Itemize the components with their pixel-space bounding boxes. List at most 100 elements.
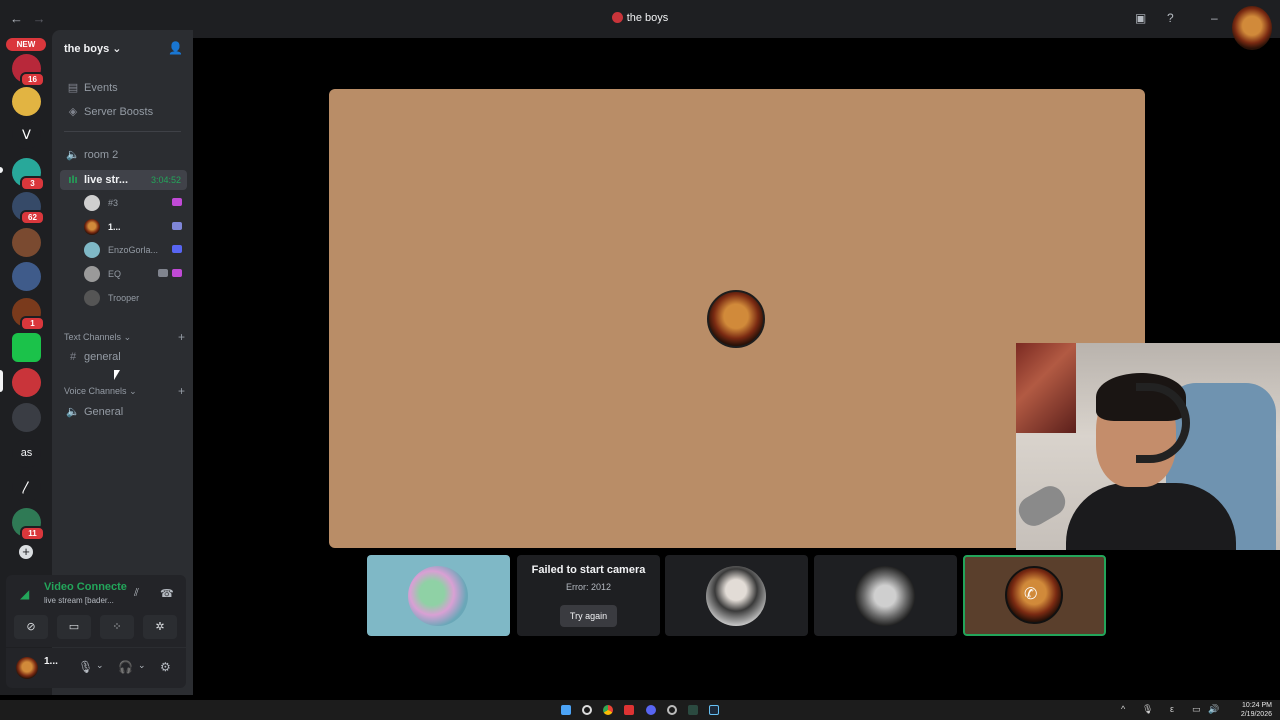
language-indicator[interactable]: ε bbox=[1170, 704, 1174, 714]
server-icon-12[interactable]: 11 bbox=[12, 508, 45, 541]
server-icon-6[interactable] bbox=[12, 228, 41, 257]
text-channels-category[interactable]: Text Channels ⌄ + bbox=[64, 330, 185, 344]
user-name[interactable]: 1... bbox=[44, 656, 58, 667]
camera-button[interactable]: ⊘ bbox=[14, 615, 48, 639]
app-icon-gray[interactable] bbox=[667, 705, 677, 715]
voice-status[interactable]: Video Connecte bbox=[44, 581, 127, 593]
server-icon-1[interactable]: 16 bbox=[12, 54, 45, 87]
disconnect-icon[interactable]: ☎ bbox=[160, 587, 174, 600]
gamepad-icon bbox=[172, 222, 182, 230]
voice-member[interactable]: Trooper bbox=[84, 288, 184, 308]
search-icon[interactable] bbox=[582, 705, 592, 715]
unread-badge: 16 bbox=[20, 72, 45, 87]
inbox-icon[interactable]: ▣ bbox=[1135, 11, 1146, 25]
avatar bbox=[84, 195, 100, 211]
voice-member[interactable]: #3 bbox=[84, 193, 184, 213]
activities-button[interactable]: ⁘ bbox=[100, 615, 134, 639]
chrome-icon[interactable] bbox=[603, 705, 613, 715]
voice-member[interactable]: EnzoGorla... bbox=[84, 240, 184, 260]
terminal-icon[interactable] bbox=[688, 705, 698, 715]
minimize-icon[interactable]: – bbox=[1211, 11, 1218, 25]
camera-error-code: Error: 2012 bbox=[565, 582, 612, 592]
webcam-overlay bbox=[1016, 343, 1280, 550]
chevron-down-icon[interactable]: ⌄ bbox=[138, 660, 146, 671]
divider bbox=[64, 131, 181, 132]
boosts-item[interactable]: ◈ Server Boosts bbox=[60, 102, 187, 122]
steam-icon[interactable] bbox=[709, 705, 719, 715]
voice-channel-name[interactable]: live stream [bader... bbox=[44, 596, 114, 605]
new-badge: NEW bbox=[6, 38, 46, 51]
screen-icon bbox=[172, 245, 182, 253]
help-icon[interactable]: ? bbox=[1167, 11, 1174, 25]
avatar bbox=[84, 290, 100, 306]
guild-name[interactable]: the boys ⌄ bbox=[64, 42, 122, 55]
server-icon-the-boys[interactable] bbox=[12, 368, 41, 397]
server-icon-9[interactable] bbox=[12, 333, 41, 362]
soundboard-button[interactable]: ✲ bbox=[143, 615, 177, 639]
system-clock[interactable]: 10:24 PM 2/19/2026 bbox=[1241, 701, 1272, 719]
events-item[interactable]: ▤ Events bbox=[60, 78, 187, 98]
tray-mic-icon[interactable]: 🎙 bbox=[1142, 704, 1153, 715]
unread-badge: 3 bbox=[20, 176, 45, 191]
tray-display-icon[interactable]: ▭ bbox=[1192, 704, 1201, 715]
activity-icon bbox=[172, 198, 182, 206]
headphones-icon[interactable]: 🎧 bbox=[118, 660, 133, 674]
microphone-icon[interactable]: 🎙 bbox=[78, 660, 93, 674]
voice-member[interactable]: EQ bbox=[84, 264, 184, 284]
server-icon-10[interactable] bbox=[12, 403, 41, 432]
calendar-icon: ▤ bbox=[67, 82, 79, 94]
participant-avatar bbox=[706, 566, 766, 626]
server-icon-4[interactable]: 3 bbox=[12, 158, 45, 191]
participant-avatar bbox=[855, 566, 915, 626]
participant-tile-speaking[interactable]: ✆ bbox=[963, 555, 1106, 636]
unread-badge: 1 bbox=[20, 316, 45, 331]
os-taskbar: ^ 🎙 ε ▭ 🔊 10:24 PM 2/19/2026 bbox=[0, 700, 1280, 720]
server-icon-8[interactable]: 1 bbox=[12, 298, 45, 331]
add-server-button[interactable]: + bbox=[19, 545, 33, 559]
voice-member[interactable]: 1... bbox=[84, 217, 184, 237]
server-icon-7[interactable] bbox=[12, 262, 41, 291]
app-icon-red[interactable] bbox=[624, 705, 634, 715]
noise-suppression-icon[interactable]: ⫽ bbox=[134, 587, 139, 600]
participant-tile[interactable] bbox=[367, 555, 510, 636]
voice-channel-live-stream[interactable]: ıIı live str... 3:04:52 bbox=[60, 170, 187, 190]
video-icon bbox=[158, 269, 168, 277]
webcam-background bbox=[1016, 343, 1076, 433]
add-channel-icon[interactable]: + bbox=[178, 384, 185, 398]
try-again-button[interactable]: Try again bbox=[560, 605, 617, 627]
discord-icon[interactable] bbox=[646, 705, 656, 715]
unread-badge: 11 bbox=[20, 526, 45, 541]
voice-channel-room-2[interactable]: 🔈 room 2 bbox=[60, 145, 187, 165]
chevron-down-icon: ⌄ bbox=[123, 332, 132, 342]
text-channel-general[interactable]: # general bbox=[60, 347, 187, 367]
participant-tile[interactable] bbox=[665, 555, 808, 636]
voice-connection-panel: ◢ Video Connecte live stream [bader... ⫽… bbox=[6, 575, 186, 647]
camera-error-tile: Failed to start camera Error: 2012 Try a… bbox=[517, 555, 660, 636]
participant-avatar bbox=[408, 566, 468, 626]
server-icon bbox=[611, 12, 623, 23]
speaker-icon: 🔈 bbox=[66, 149, 80, 161]
server-icon-3[interactable]: ᐯ bbox=[12, 120, 41, 149]
start-icon[interactable] bbox=[561, 705, 571, 715]
add-channel-icon[interactable]: + bbox=[178, 330, 185, 344]
server-icon-2[interactable] bbox=[12, 87, 41, 116]
avatar bbox=[84, 266, 100, 282]
settings-gear-icon[interactable]: ⚙ bbox=[160, 660, 171, 674]
hash-icon: # bbox=[69, 351, 77, 363]
signal-icon: ◢ bbox=[20, 587, 30, 601]
voice-channel-general[interactable]: 🔈 General bbox=[60, 402, 187, 422]
call-timer: 3:04:52 bbox=[150, 175, 181, 185]
screen-share-button[interactable]: ▭ bbox=[57, 615, 91, 639]
voice-channels-category[interactable]: Voice Channels ⌄ + bbox=[64, 384, 185, 398]
server-icon-5[interactable]: 62 bbox=[12, 192, 45, 225]
chevron-down-icon: ⌄ bbox=[112, 43, 122, 55]
invite-icon[interactable]: 👤 bbox=[168, 41, 183, 55]
participant-tile[interactable] bbox=[814, 555, 957, 636]
server-icon-11[interactable]: 〳 bbox=[12, 473, 41, 502]
server-icon-as[interactable]: as bbox=[12, 439, 41, 468]
tray-chevron-icon[interactable]: ^ bbox=[1121, 704, 1125, 714]
avatar[interactable] bbox=[16, 657, 38, 679]
phone-icon: ✆ bbox=[1024, 586, 1038, 603]
chevron-down-icon[interactable]: ⌄ bbox=[96, 660, 104, 671]
tray-volume-icon[interactable]: 🔊 bbox=[1208, 704, 1219, 715]
